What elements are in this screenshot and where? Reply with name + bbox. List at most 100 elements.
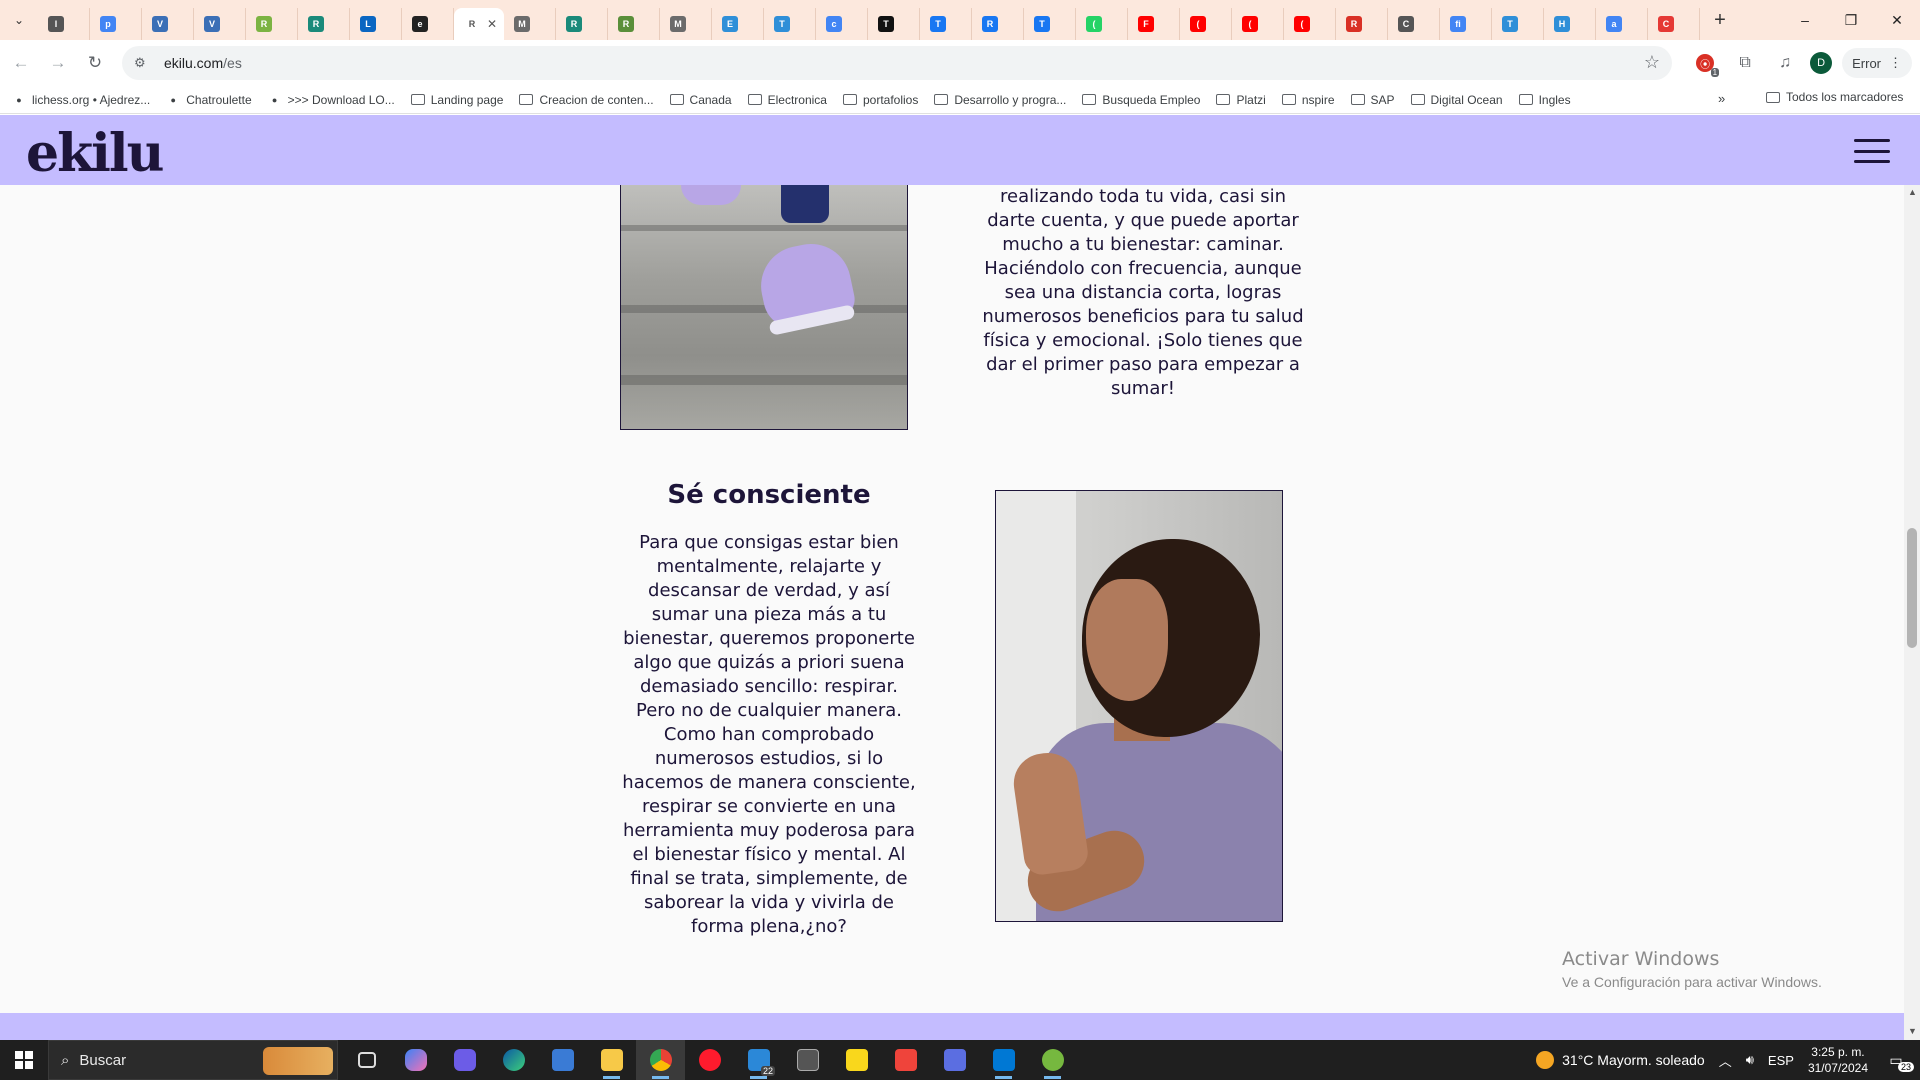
scroll-up-icon[interactable]: ▲ [1908, 187, 1917, 197]
reload-button[interactable]: ↻ [79, 47, 111, 79]
hexagon-app[interactable] [440, 1040, 489, 1080]
tab[interactable]: R [972, 8, 1024, 40]
bookmark-item[interactable]: Platzi [1216, 93, 1266, 107]
file-explorer-app[interactable] [587, 1040, 636, 1080]
window-controls: – ❐ ✕ [1782, 0, 1920, 40]
tab[interactable]: T [868, 8, 920, 40]
copilot-app[interactable] [391, 1040, 440, 1080]
minimize-button[interactable]: – [1782, 0, 1828, 40]
address-bar[interactable]: ⚙ ekilu.com/es ☆ [122, 46, 1672, 80]
extensions-puzzle-icon[interactable]: ⧉ [1730, 48, 1760, 78]
bookmark-star-icon[interactable]: ☆ [1644, 52, 1660, 73]
tab[interactable]: ( [1076, 8, 1128, 40]
tab[interactable]: C [1648, 8, 1700, 40]
tab[interactable]: R [298, 8, 350, 40]
bookmark-item[interactable]: portafolios [842, 93, 918, 107]
bookmark-item[interactable]: Busqueda Empleo [1082, 93, 1200, 107]
tab[interactable]: R [246, 8, 298, 40]
mail-app[interactable]: 22 [734, 1040, 783, 1080]
tab[interactable]: M [660, 8, 712, 40]
tab-favicon-icon: V [152, 16, 168, 32]
chrome-app[interactable] [636, 1040, 685, 1080]
restore-button[interactable]: ❐ [1828, 0, 1874, 40]
tab[interactable]: T [1024, 8, 1076, 40]
taskbar-search[interactable]: ⌕ Buscar [48, 1040, 338, 1080]
tab[interactable]: L [350, 8, 402, 40]
tab[interactable]: a [1596, 8, 1648, 40]
utorrent-app[interactable] [1028, 1040, 1077, 1080]
url-text[interactable]: ekilu.com/es [164, 55, 242, 71]
tab[interactable]: c [816, 8, 868, 40]
scrollbar-thumb[interactable] [1907, 528, 1917, 648]
tray-chevron-icon[interactable]: ︿ [1719, 1051, 1732, 1070]
tab[interactable]: H [1544, 8, 1596, 40]
start-button[interactable] [0, 1040, 48, 1080]
tab-close-icon[interactable]: ✕ [487, 17, 497, 31]
tab[interactable]: fi [1440, 8, 1492, 40]
tab[interactable]: e [402, 8, 454, 40]
bookmark-item[interactable]: ● >>> Download LO... [268, 93, 395, 107]
tab[interactable]: V [142, 8, 194, 40]
opera-app[interactable] [685, 1040, 734, 1080]
tab[interactable]: R [556, 8, 608, 40]
bookmark-item[interactable]: Canada [669, 93, 732, 107]
clock[interactable]: 3:25 p. m. 31/07/2024 [1808, 1044, 1868, 1076]
bookmark-item[interactable]: Ingles [1518, 93, 1571, 107]
extension-icon[interactable]: ⦿ 1 [1690, 48, 1720, 78]
tab[interactable]: ( [1232, 8, 1284, 40]
tab-active[interactable]: R ✕ [454, 8, 504, 40]
vscode-app[interactable] [979, 1040, 1028, 1080]
tab-search-button[interactable]: ⌄ [6, 7, 32, 33]
tab[interactable]: R [1336, 8, 1388, 40]
bookmark-item[interactable]: Creacion de conten... [519, 93, 654, 107]
tab[interactable]: T [1492, 8, 1544, 40]
sticky-notes-app[interactable] [832, 1040, 881, 1080]
menu-hamburger-icon[interactable] [1854, 139, 1890, 163]
tab[interactable]: l [38, 8, 90, 40]
tab[interactable]: V [194, 8, 246, 40]
new-tab-button[interactable]: + [1706, 6, 1734, 34]
close-window-button[interactable]: ✕ [1874, 0, 1920, 40]
more-bookmarks-button[interactable]: » [1718, 91, 1725, 106]
site-logo[interactable]: ekilu [26, 123, 164, 184]
bookmark-item[interactable]: Landing page [410, 93, 503, 107]
profile-avatar[interactable]: D [1810, 52, 1833, 74]
tab[interactable]: R [608, 8, 660, 40]
tab[interactable]: T [920, 8, 972, 40]
tab[interactable]: ( [1180, 8, 1232, 40]
tab[interactable]: F [1128, 8, 1180, 40]
language-indicator[interactable]: ESP [1768, 1053, 1794, 1068]
store-app[interactable] [538, 1040, 587, 1080]
photo-app[interactable] [783, 1040, 832, 1080]
anydesk-app[interactable] [881, 1040, 930, 1080]
bookmark-item[interactable]: Desarrollo y progra... [934, 93, 1066, 107]
scroll-down-icon[interactable]: ▼ [1908, 1026, 1917, 1036]
bookmark-item[interactable]: SAP [1350, 93, 1395, 107]
bookmark-item[interactable]: nspire [1281, 93, 1335, 107]
page-scrollbar[interactable]: ▲ ▼ [1904, 185, 1920, 1040]
tab-favicon-icon: R [566, 16, 582, 32]
back-button[interactable]: ← [5, 47, 37, 79]
tab[interactable]: T [764, 8, 816, 40]
site-settings-icon[interactable]: ⚙ [134, 55, 154, 71]
error-menu-button[interactable]: Error ⋮ [1842, 48, 1912, 78]
all-bookmarks-button[interactable]: Todos los marcadores [1766, 90, 1903, 104]
tab[interactable]: ( [1284, 8, 1336, 40]
bookmark-item[interactable]: Electronica [747, 93, 827, 107]
bookmark-list: ● lichess.org • Ajedrez... ● Chatroulette ● >… [12, 93, 1587, 107]
bookmark-item[interactable]: ● Chatroulette [166, 93, 252, 107]
volume-icon[interactable]: 🔊︎ [1746, 1052, 1754, 1068]
weather-widget[interactable]: 31°C Mayorm. soleado [1536, 1051, 1705, 1069]
tab[interactable]: E [712, 8, 764, 40]
edge-app[interactable] [489, 1040, 538, 1080]
device-app[interactable] [930, 1040, 979, 1080]
forward-button[interactable]: → [42, 47, 74, 79]
tab[interactable]: C [1388, 8, 1440, 40]
tab[interactable]: p [90, 8, 142, 40]
task-view-button[interactable] [342, 1040, 391, 1080]
media-control-icon[interactable]: ♫ [1770, 48, 1800, 78]
tab[interactable]: M [504, 8, 556, 40]
notifications-button[interactable]: ▭ 23 [1882, 1046, 1914, 1074]
bookmark-item[interactable]: Digital Ocean [1410, 93, 1503, 107]
bookmark-item[interactable]: ● lichess.org • Ajedrez... [12, 93, 150, 107]
